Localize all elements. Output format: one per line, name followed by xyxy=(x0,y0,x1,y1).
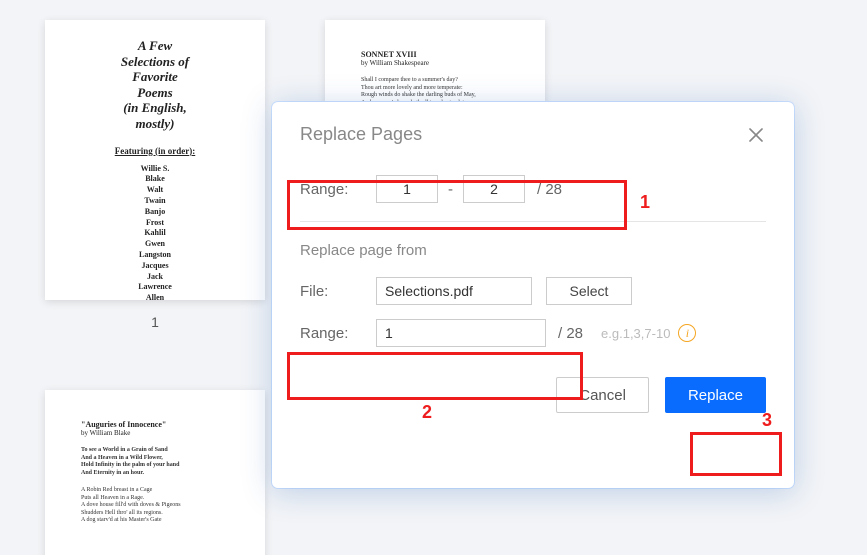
source-range-row: Range: / 28 e.g.1,3,7-10 i xyxy=(300,319,766,347)
close-icon[interactable] xyxy=(746,125,766,145)
range2-total: / 28 xyxy=(558,325,583,342)
poem-stanza-2: A Robin Red breast in a Cage Puts all He… xyxy=(81,487,229,525)
file-row: File: Select xyxy=(300,277,766,305)
range-dash: - xyxy=(448,181,453,198)
featuring-heading: Featuring (in order): xyxy=(69,146,241,156)
select-file-button[interactable]: Select xyxy=(546,277,632,305)
thumb-wrap-1[interactable]: A Few Selections of Favorite Poems (in E… xyxy=(45,20,265,330)
file-input[interactable] xyxy=(376,277,532,305)
doc-title: A Few Selections of Favorite Poems (in E… xyxy=(69,38,241,132)
info-icon[interactable]: i xyxy=(678,324,696,342)
divider xyxy=(300,221,766,222)
poem-author: by William Shakespeare xyxy=(361,59,509,67)
range-hint: e.g.1,3,7-10 xyxy=(601,326,670,341)
author-list: Willie S. Blake Walt Twain Banjo Frost K… xyxy=(69,164,241,300)
poem-title-3: "Auguries of Innocence" xyxy=(81,420,229,429)
destination-range-row: Range: - / 28 xyxy=(300,175,766,203)
source-range-input[interactable] xyxy=(376,319,546,347)
replace-from-title: Replace page from xyxy=(300,242,766,259)
poem-stanza-1: To see a World in a Grain of Sand And a … xyxy=(81,447,229,477)
replace-pages-dialog: Replace Pages Range: - / 28 Replace page… xyxy=(272,102,794,488)
page-thumb-3[interactable]: "Auguries of Innocence" by William Blake… xyxy=(45,390,265,555)
range-to-input[interactable] xyxy=(463,175,525,203)
cancel-button[interactable]: Cancel xyxy=(556,377,649,413)
dialog-title: Replace Pages xyxy=(300,124,422,145)
range2-label: Range: xyxy=(300,325,376,342)
replace-button[interactable]: Replace xyxy=(665,377,766,413)
poem-title: SONNET XVIII xyxy=(361,50,509,59)
range-label: Range: xyxy=(300,181,376,198)
range-total: / 28 xyxy=(537,181,562,198)
thumb-wrap-3[interactable]: "Auguries of Innocence" by William Blake… xyxy=(45,390,265,555)
page-thumb-1[interactable]: A Few Selections of Favorite Poems (in E… xyxy=(45,20,265,300)
range-from-input[interactable] xyxy=(376,175,438,203)
page-number-1: 1 xyxy=(151,314,159,330)
poem-author-3: by William Blake xyxy=(81,429,229,437)
file-label: File: xyxy=(300,283,376,300)
